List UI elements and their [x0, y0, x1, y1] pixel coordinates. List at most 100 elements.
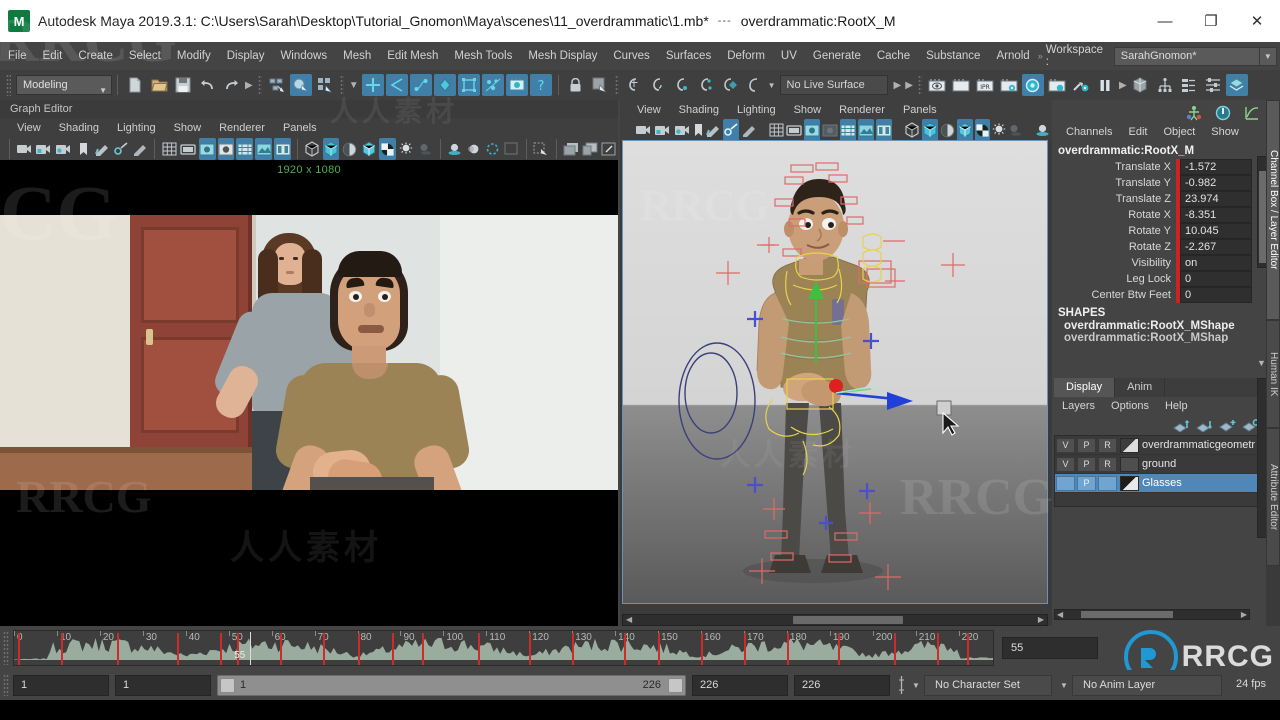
layer-playback-toggle[interactable]: P: [1077, 476, 1096, 491]
vp-shadows-icon[interactable]: [1008, 119, 1023, 141]
layer-move-up-icon[interactable]: [1171, 417, 1191, 434]
vp-menu-panels[interactable]: Panels: [894, 100, 946, 120]
vp-bookmark-icon[interactable]: [694, 119, 703, 141]
layer-move-down-icon[interactable]: [1194, 417, 1214, 434]
range-slider-right-handle[interactable]: [668, 678, 683, 693]
render-setup-icon[interactable]: [1046, 74, 1068, 96]
keyframe-tick[interactable]: [658, 633, 660, 665]
smooth-shade-icon[interactable]: [323, 138, 340, 160]
menu-curves[interactable]: Curves: [605, 42, 657, 70]
motion-blur-icon[interactable]: [465, 138, 482, 160]
channel-value[interactable]: on: [1180, 255, 1252, 271]
channel-row-rotate-y[interactable]: Rotate Y 10.045: [1054, 223, 1266, 239]
hypershade-icon[interactable]: [1022, 74, 1044, 96]
keyframe-tick[interactable]: [117, 633, 119, 665]
layer-menu-help[interactable]: Help: [1157, 397, 1196, 415]
layer-name[interactable]: ground: [1142, 458, 1176, 470]
node-editor-quick-icon[interactable]: [1212, 102, 1234, 124]
render-current-frame-icon[interactable]: [950, 74, 972, 96]
layer-color-swatch[interactable]: [1120, 457, 1139, 472]
vp-image-plane-icon[interactable]: [705, 119, 721, 141]
time-slider[interactable]: 0102030405060708090100110120130140150160…: [13, 630, 994, 666]
keyframe-tick[interactable]: [937, 633, 939, 665]
gate-mask-icon[interactable]: [218, 138, 235, 160]
menu-surfaces[interactable]: Surfaces: [658, 42, 719, 70]
menu-arnold[interactable]: Arnold: [988, 42, 1037, 70]
cb-menu-object[interactable]: Object: [1155, 122, 1203, 142]
expand-icons-group4[interactable]: ▶: [905, 80, 913, 91]
keyframe-tick[interactable]: [529, 633, 531, 665]
layer-menu-options[interactable]: Options: [1103, 397, 1157, 415]
toolbar-grip-5[interactable]: [918, 75, 922, 95]
animation-start-time-field[interactable]: 1: [13, 675, 109, 696]
toolbar-grip-handle[interactable]: [6, 74, 11, 96]
channel-row-visibility[interactable]: Visibility on: [1054, 255, 1266, 271]
expand-icons-group2[interactable]: ▼: [349, 80, 359, 91]
layer-menu-layers[interactable]: Layers: [1054, 397, 1103, 415]
two-d-pan-zoom-icon[interactable]: [112, 138, 129, 160]
select-by-rendering-icon[interactable]: [506, 74, 528, 96]
cb-menu-show[interactable]: Show: [1203, 122, 1247, 142]
current-frame-field[interactable]: 55: [1002, 637, 1098, 659]
workspace-expand-icon[interactable]: »: [1038, 51, 1043, 61]
vtab-attribute-editor[interactable]: Attribute Editor: [1266, 428, 1280, 566]
highlight-selection-icon[interactable]: [589, 74, 611, 96]
vp-resolution-gate-icon[interactable]: [804, 119, 820, 141]
graph-editor-tab[interactable]: Graph Editor: [0, 100, 618, 118]
select-by-surface-icon[interactable]: [434, 74, 456, 96]
tab-anim[interactable]: Anim: [1115, 378, 1165, 397]
menu-modify[interactable]: Modify: [169, 42, 219, 70]
vp-film-gate-icon[interactable]: [786, 119, 802, 141]
channel-row-rotate-x[interactable]: Rotate X -8.351: [1054, 207, 1266, 223]
channel-value[interactable]: -8.351: [1180, 207, 1252, 223]
menu-mesh-display[interactable]: Mesh Display: [520, 42, 605, 70]
keyframe-tick[interactable]: [358, 633, 360, 665]
scrollbar-thumb[interactable]: [1259, 171, 1266, 263]
menu-file[interactable]: File: [0, 42, 35, 70]
layer-editor-horizontal-scrollbar[interactable]: ◀ ▶: [1054, 609, 1250, 620]
channel-value[interactable]: 0: [1180, 271, 1252, 287]
viewport-horizontal-scrollbar[interactable]: ◀ ▶: [622, 614, 1048, 626]
menu-edit[interactable]: Edit: [35, 42, 71, 70]
channel-value[interactable]: 23.974: [1180, 191, 1252, 207]
keyframe-tick[interactable]: [967, 633, 969, 665]
keyframe-tick[interactable]: [478, 633, 480, 665]
layer-color-swatch[interactable]: [1120, 438, 1139, 453]
menu-generate[interactable]: Generate: [805, 42, 869, 70]
scrollbar-thumb[interactable]: [1081, 611, 1173, 618]
menu-substance[interactable]: Substance: [918, 42, 988, 70]
channel-row-leg-lock[interactable]: Leg Lock 0: [1054, 271, 1266, 287]
layer-visibility-toggle[interactable]: [1056, 476, 1075, 491]
anim-layer-field[interactable]: No Anim Layer: [1072, 675, 1222, 696]
workspace-dropdown-icon[interactable]: ▼: [1260, 47, 1277, 66]
current-time-indicator[interactable]: [250, 632, 251, 665]
channel-row-translate-x[interactable]: Translate X -1.572: [1054, 159, 1266, 175]
vtab-human-ik[interactable]: Human IK: [1266, 320, 1280, 428]
range-slider-grip[interactable]: [3, 674, 9, 696]
keyframe-tick[interactable]: [61, 633, 63, 665]
select-by-misc-icon[interactable]: ?: [530, 74, 552, 96]
keyframe-tick[interactable]: [392, 633, 394, 665]
wireframe-icon[interactable]: [304, 138, 321, 160]
cb-menu-edit[interactable]: Edit: [1120, 122, 1155, 142]
channel-row-translate-z[interactable]: Translate Z 23.974: [1054, 191, 1266, 207]
channel-value[interactable]: -2.267: [1180, 239, 1252, 255]
select-by-dynamic-icon[interactable]: [482, 74, 504, 96]
minimize-button[interactable]: —: [1142, 0, 1188, 42]
isolate-select-icon[interactable]: [503, 138, 520, 160]
scroll-right-icon[interactable]: ▶: [1241, 610, 1247, 619]
field-chart-icon[interactable]: [236, 138, 253, 160]
vp-menu-shading[interactable]: Shading: [670, 100, 728, 120]
keyframe-tick[interactable]: [18, 633, 20, 665]
select-component-icon[interactable]: [314, 74, 336, 96]
select-camera-icon[interactable]: [16, 138, 33, 160]
menu-windows[interactable]: Windows: [272, 42, 335, 70]
use-all-lights-icon[interactable]: [398, 138, 415, 160]
playback-end-time-field[interactable]: 226: [692, 675, 788, 696]
shape-item-0[interactable]: overdrammatic:RootX_MShape: [1054, 320, 1266, 332]
select-by-joint-icon[interactable]: [410, 74, 432, 96]
keyframe-tick[interactable]: [422, 633, 424, 665]
panel-tear-off-icon[interactable]: [600, 138, 617, 160]
menu-mesh-tools[interactable]: Mesh Tools: [446, 42, 520, 70]
toolbar-grip-2[interactable]: [258, 75, 262, 95]
